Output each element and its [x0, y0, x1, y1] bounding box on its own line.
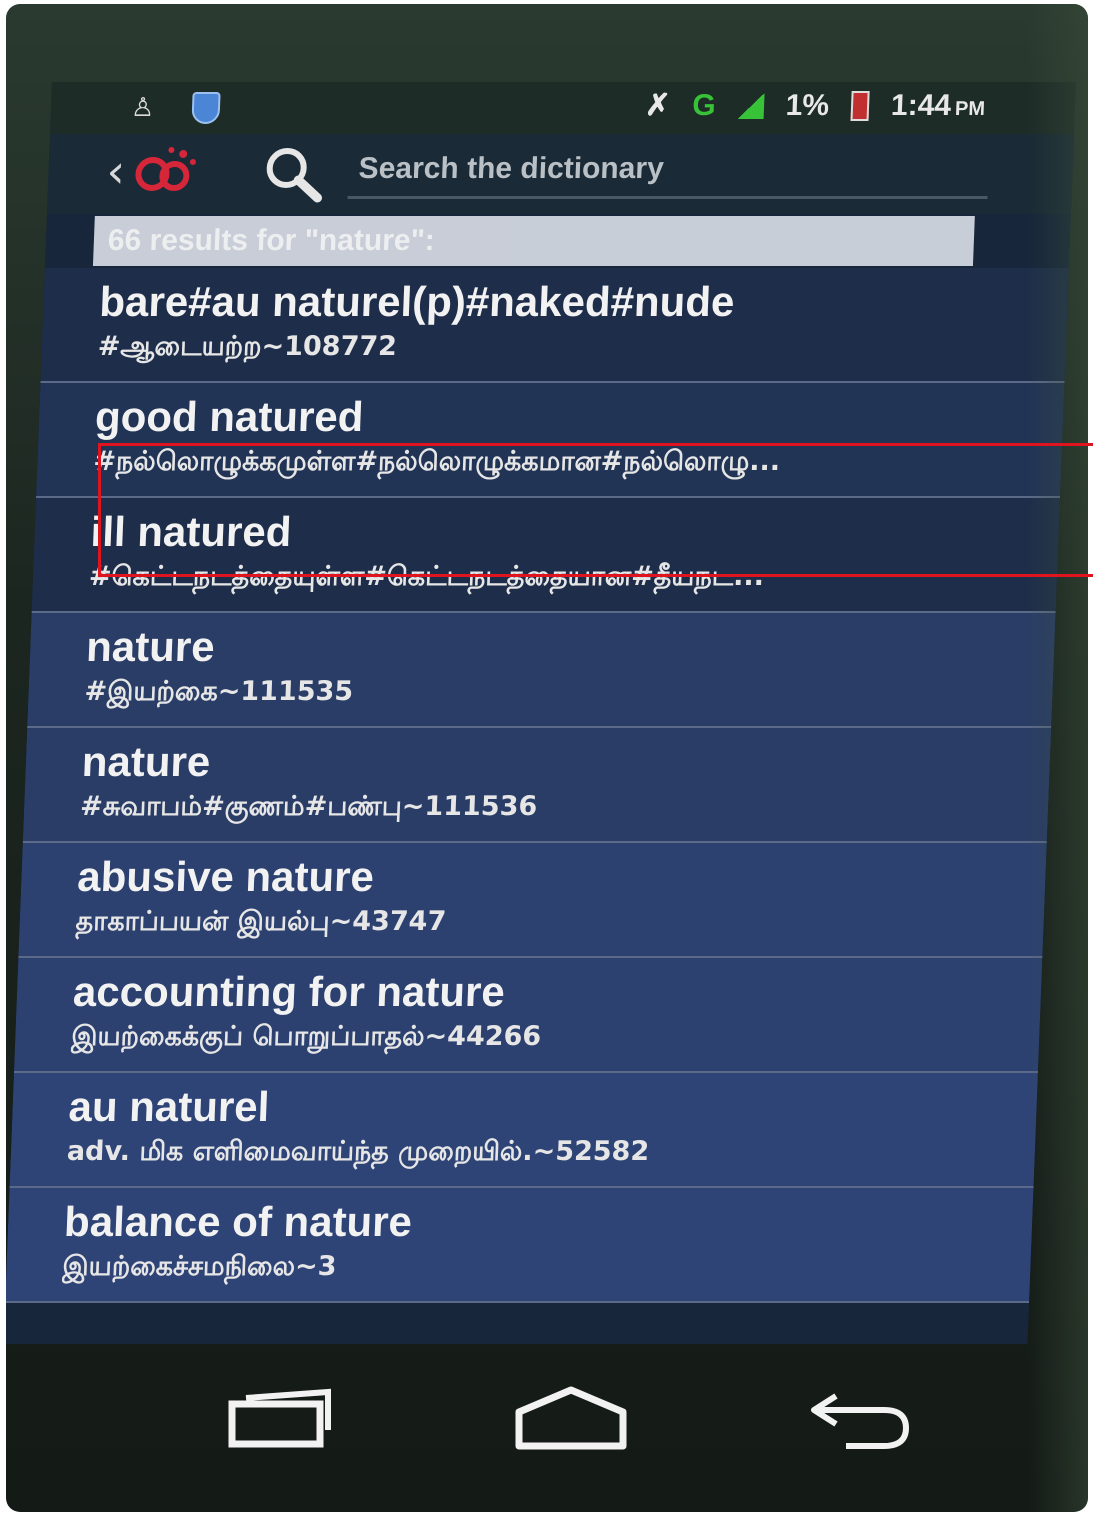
result-item[interactable]: good natured #நல்லொழுக்கமுள்ள#நல்லொழுக்க…: [36, 383, 1065, 498]
recents-icon[interactable]: [226, 1384, 336, 1454]
result-translation: #சுவாபம்#குணம்#பண்பு~111536: [79, 791, 538, 822]
result-term: ill natured: [89, 508, 293, 555]
search-icon[interactable]: [257, 144, 329, 204]
result-translation: #நல்லொழுக்கமுள்ள#நல்லொழுக்கமான#நல்லொழு..…: [92, 446, 781, 477]
result-term: au naturel: [67, 1083, 271, 1130]
action-bar: ‹: [46, 134, 1075, 214]
result-term: nature: [80, 738, 212, 785]
result-item[interactable]: au naturel adv. மிக எளிமைவாய்ந்த முறையில…: [9, 1073, 1038, 1188]
result-translation: இயற்கைச்சமநிலை~3: [61, 1251, 338, 1282]
phone-frame: ♙ ✗ G 1% 1:44 PM ‹ Search the dictionary…: [6, 4, 1088, 1512]
result-list: bare#au naturel(p)#naked#nude #ஆடையற்ற~1…: [6, 268, 1069, 1303]
mute-icon: ✗: [644, 89, 671, 122]
home-icon[interactable]: [511, 1384, 631, 1454]
result-item[interactable]: nature #இயற்கை~111535: [27, 613, 1056, 728]
result-term: bare#au naturel(p)#naked#nude: [98, 278, 736, 325]
clock: 1:44 PM: [890, 88, 986, 122]
app-logo-icon[interactable]: [129, 142, 201, 202]
result-term: balance of nature: [63, 1198, 413, 1245]
shield-icon: [191, 92, 221, 124]
result-term: accounting for nature: [72, 968, 506, 1015]
result-term: nature: [85, 623, 216, 670]
result-item[interactable]: ill natured #கெட்டநடத்தையுள்ள#கெட்டநடத்த…: [31, 498, 1061, 613]
result-translation: #கெட்டநடத்தையுள்ள#கெட்டநடத்தையான#தீயநட..…: [88, 561, 765, 592]
result-term: abusive nature: [76, 853, 375, 900]
status-bar: ♙ ✗ G 1% 1:44 PM: [50, 82, 1077, 134]
result-item[interactable]: bare#au naturel(p)#naked#nude #ஆடையற்ற~1…: [40, 268, 1069, 383]
results-header: 66 results for "nature":: [92, 216, 975, 266]
screen: ♙ ✗ G 1% 1:44 PM ‹ Search the dictionary…: [6, 82, 1077, 1344]
result-translation: #ஆடையற்ற~108772: [97, 331, 398, 362]
search-input[interactable]: [347, 142, 990, 199]
battery-icon: [850, 90, 870, 121]
result-translation: #இயற்கை~111535: [83, 676, 354, 707]
result-item[interactable]: balance of nature இயற்கைச்சமநிலை~3: [6, 1188, 1034, 1303]
result-translation: இயற்கைக்குப் பொறுப்பாதல்~44266: [70, 1021, 542, 1052]
result-item[interactable]: abusive nature தாகாப்பயன் இயல்பு~43747: [18, 843, 1047, 958]
back-icon[interactable]: ‹: [106, 144, 126, 198]
back-nav-icon[interactable]: [806, 1384, 916, 1454]
usb-icon: ♙: [130, 93, 155, 123]
battery-percent: 1%: [785, 88, 830, 122]
network-type: G: [691, 88, 717, 122]
result-item[interactable]: nature #சுவாபம்#குணம்#பண்பு~111536: [22, 728, 1052, 843]
nav-bar: [6, 1344, 1088, 1484]
result-translation: தாகாப்பயன் இயல்பு~43747: [75, 906, 447, 937]
result-item[interactable]: accounting for nature இயற்கைக்குப் பொறுப…: [13, 958, 1043, 1073]
signal-icon: [737, 92, 765, 119]
result-term: good natured: [94, 393, 365, 440]
result-translation: adv. மிக எளிமைவாய்ந்த முறையில்.~52582: [66, 1136, 650, 1167]
